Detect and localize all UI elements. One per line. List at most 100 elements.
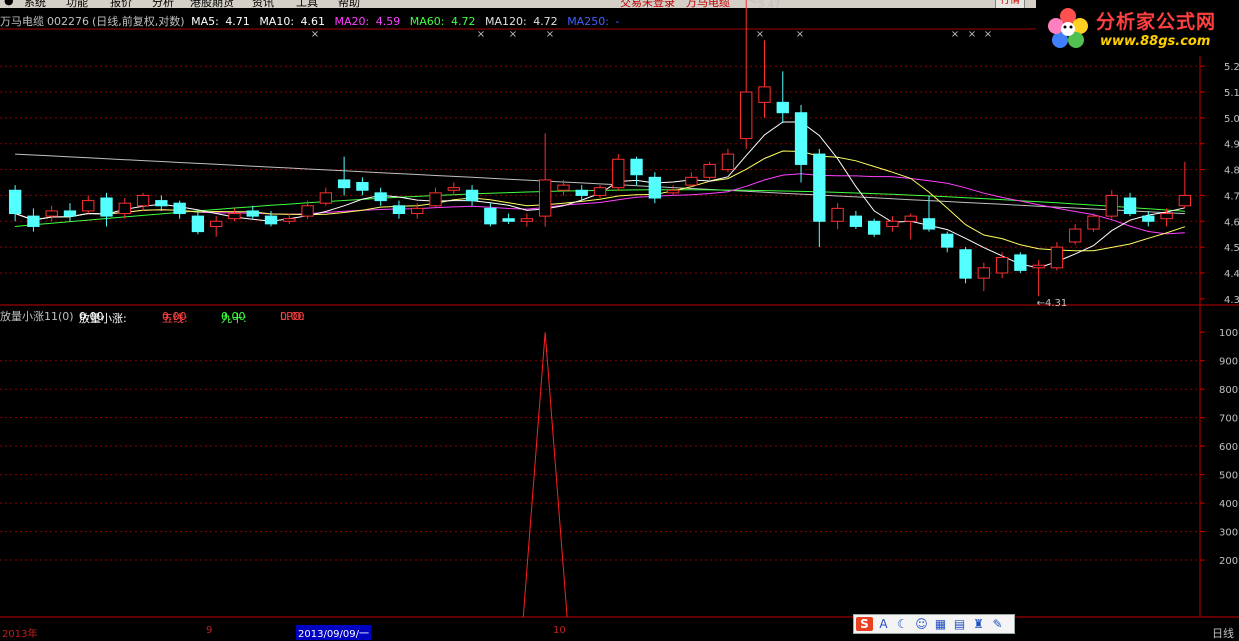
candle-body-up [721, 153, 735, 171]
ma120-line [15, 153, 1185, 215]
event-marker: × [796, 29, 804, 40]
candle-body-up [831, 207, 844, 222]
candle-body-down [337, 179, 351, 189]
candle-body-down [630, 158, 643, 176]
candle-body-up [758, 86, 771, 103]
flower-icon [1048, 8, 1088, 48]
date-axis: 2013年 9 2013/09/09/一 10 [0, 625, 1239, 640]
candle-body-up [520, 218, 534, 222]
candle-body-up [1160, 213, 1173, 220]
date-label-year: 2013年 [2, 629, 38, 640]
candle-body-up [995, 256, 1009, 274]
shirt-icon[interactable]: ♜ [970, 617, 987, 631]
candle-body-down [575, 189, 588, 196]
candle-body-up [447, 187, 460, 191]
sogou-icon[interactable]: S [856, 617, 873, 631]
candle-body-down [374, 192, 387, 202]
indicator-tick-label: 400 [1219, 499, 1238, 510]
date-label-cursor: 2013/09/09/一 [296, 625, 372, 640]
candle-body-up [1050, 246, 1064, 269]
event-marker: × [756, 29, 764, 40]
price-tick-label: 4.6 [1224, 217, 1239, 228]
candle-body-down [867, 220, 881, 235]
candle-body-up [685, 176, 698, 186]
candle-body-down [1014, 254, 1027, 271]
candle-body-up [557, 184, 570, 191]
indicator-tick-label: 500 [1219, 471, 1238, 482]
price-tick-label: 4.3 [1224, 295, 1239, 306]
candle-body-down [264, 215, 278, 225]
candle-body-up [539, 179, 552, 217]
candle-body-down [100, 197, 113, 217]
event-marker: × [546, 29, 554, 40]
date-label-month-10: 10 [553, 625, 566, 636]
ma10-line [14, 150, 1186, 252]
event-marker: × [968, 29, 976, 40]
price-tick-label: 4.7 [1224, 191, 1239, 202]
site-logo: 分析家公式网 www.88gs.com [1036, 0, 1239, 56]
candle-body-down [191, 215, 205, 233]
candle-body-down [941, 233, 954, 248]
candle-body-up [977, 267, 990, 279]
candle-body-up [429, 192, 442, 207]
candle-body-up [1105, 194, 1118, 217]
logo-url-text: www.88gs.com [1100, 34, 1211, 49]
candle-body-down [484, 207, 497, 225]
indicator-tick-label: 200 [1219, 556, 1238, 567]
candle-body-down [1142, 215, 1155, 222]
candle-body-down [959, 249, 972, 279]
indicator-name: 放量小涨11(0) [0, 310, 74, 323]
candle-body-up [82, 200, 95, 212]
candle-body-up [228, 213, 241, 220]
indicator-tick-label: 100 [1219, 328, 1238, 339]
logo-main-text: 分析家公式网 [1096, 11, 1217, 33]
grid-icon[interactable]: ▤ [951, 617, 968, 631]
candlesticks [8, 0, 1192, 297]
price-tick-label: 5.1 [1224, 88, 1239, 99]
candle-body-down [8, 189, 22, 215]
candle-body-down [922, 218, 936, 230]
candle-body-up [612, 158, 625, 189]
candle-body-up [703, 163, 716, 178]
candle-body-up [118, 202, 131, 215]
candle-body-down [776, 101, 789, 114]
candle-body-up [301, 205, 314, 217]
candle-body-up [411, 207, 424, 215]
letter-a-icon[interactable]: A [875, 617, 892, 631]
candle-body-down [849, 215, 863, 227]
indicator-header: 放量小涨11(0) 放量小涨: 0.00 五线: 0.00 九十: 0.00 L… [0, 310, 305, 325]
price-tick-label: 5.2 [1224, 62, 1239, 73]
event-marker: × [477, 29, 485, 40]
candle-body-up [319, 192, 333, 204]
candle-body-up [740, 91, 753, 140]
candle-body-up [210, 220, 223, 227]
price-tick-label: 4.9 [1224, 140, 1239, 151]
candle-body-down [173, 202, 186, 215]
indicator-tick-label: 700 [1219, 414, 1238, 425]
keyboard-icon[interactable]: ▦ [932, 617, 949, 631]
candle-body-down [392, 205, 406, 215]
moon-icon[interactable]: ☾ [894, 617, 911, 631]
wrench-icon[interactable]: ✎ [989, 617, 1006, 631]
candle-body-up [886, 220, 899, 227]
indicator-tick-label: 600 [1219, 442, 1238, 453]
candle-body-down [246, 210, 259, 217]
candle-body-up [1178, 194, 1192, 207]
indicator-tick-label: 800 [1219, 385, 1238, 396]
candle-body-up [904, 215, 917, 222]
period-label[interactable]: 日线 [1212, 625, 1234, 641]
high-marker-arrow [748, 0, 757, 3]
candle-body-up [283, 218, 296, 222]
candle-body-down [356, 182, 369, 191]
candle-body-down [155, 200, 168, 207]
candle-body-up [1087, 215, 1100, 230]
ime-toolbar[interactable]: S A ☾ ☺ ▦ ▤ ♜ ✎ [853, 614, 1015, 634]
high-marker-label: 5.47 [758, 0, 780, 10]
price-axis: 5.5.25.15.04.94.84.74.64.54.44.310090080… [1200, 36, 1239, 567]
price-tick-label: 4.4 [1224, 269, 1239, 280]
event-marker: × [509, 29, 517, 40]
smile-icon[interactable]: ☺ [913, 617, 930, 631]
price-tick-label: 4.5 [1224, 243, 1239, 254]
indicator-tick-label: 900 [1219, 357, 1238, 368]
event-marker: × [311, 29, 319, 40]
